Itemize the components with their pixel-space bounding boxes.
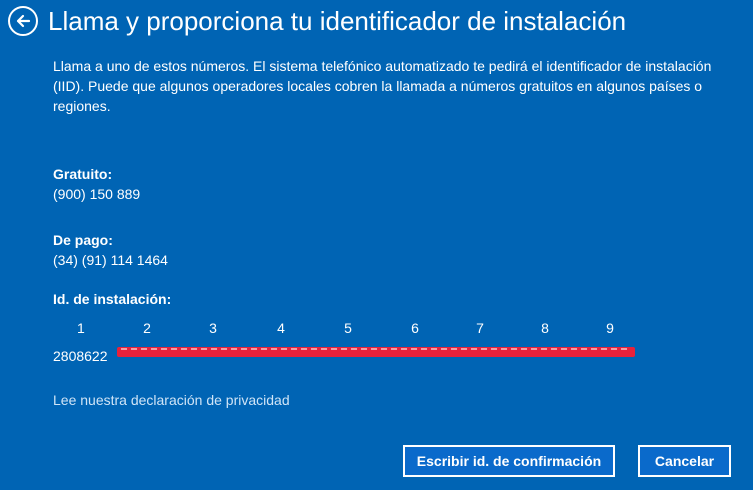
iid-column-header: 3 — [209, 320, 217, 336]
toll-number: (34) (91) 114 1464 — [53, 252, 168, 268]
header: Llama y proporciona tu identificador de … — [8, 4, 626, 38]
toll-label: De pago: — [53, 232, 113, 248]
privacy-statement-link[interactable]: Lee nuestra declaración de privacidad — [53, 390, 290, 410]
iid-column-header: 6 — [411, 320, 419, 336]
back-button[interactable] — [8, 6, 38, 36]
iid-column-header: 7 — [476, 320, 484, 336]
enter-confirmation-id-button[interactable]: Escribir id. de confirmación — [403, 445, 615, 477]
iid-column-header: 4 — [277, 320, 285, 336]
toll-free-number: (900) 150 889 — [53, 186, 141, 202]
arrow-left-icon — [16, 14, 31, 28]
toll-free-label: Gratuito: — [53, 166, 113, 182]
page-title: Llama y proporciona tu identificador de … — [48, 6, 627, 36]
iid-column-header: 2 — [143, 320, 151, 336]
installation-id-label: Id. de instalación: — [53, 291, 172, 307]
cancel-button[interactable]: Cancelar — [638, 445, 731, 477]
iid-column-header: 1 — [77, 320, 85, 336]
iid-column-header: 8 — [541, 320, 549, 336]
iid-column-header: 9 — [606, 320, 614, 336]
iid-group-1: 2808622 — [53, 348, 108, 364]
redaction-bar — [117, 347, 635, 357]
description-text: Llama a uno de estos números. El sistema… — [53, 58, 712, 114]
iid-column-header: 5 — [344, 320, 352, 336]
